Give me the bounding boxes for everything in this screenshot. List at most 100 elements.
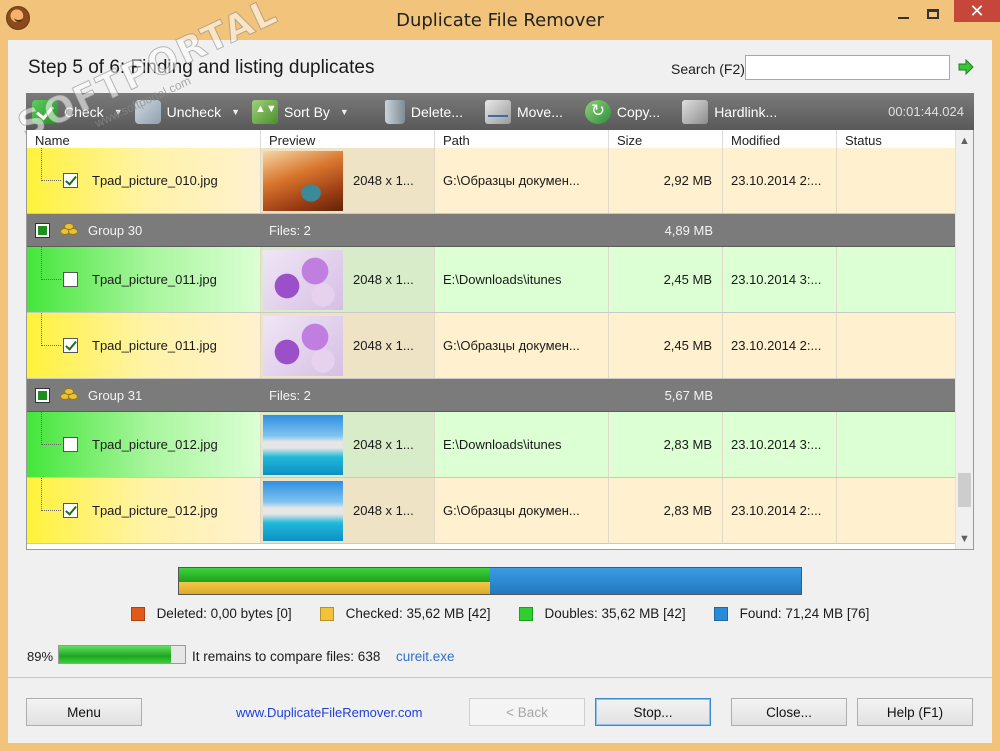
path-cell: E:\Downloads\itunes — [435, 247, 609, 312]
close-window-button[interactable]: ✕ — [954, 0, 1000, 22]
group-checkbox[interactable] — [35, 222, 50, 238]
help-button[interactable]: Help (F1) — [857, 698, 973, 726]
delete-button[interactable]: Delete... — [379, 93, 469, 130]
group-row[interactable]: Group 31 Files: 2 5,67 MB — [27, 379, 956, 412]
sort-icon — [252, 99, 278, 124]
file-checkbox[interactable] — [63, 338, 78, 353]
modified-cell: 23.10.2014 2:... — [723, 478, 837, 543]
check-icon — [32, 99, 58, 124]
file-path: G:\Образцы докумен... — [443, 503, 580, 518]
title-bar[interactable]: Duplicate File Remover ✕ — [0, 0, 1000, 40]
hardlink-label: Hardlink... — [714, 103, 778, 120]
legend-item: Deleted: 0,00 bytes [0] — [130, 606, 292, 621]
status-cell — [837, 313, 956, 378]
file-row[interactable]: Tpad_picture_012.jpg 2048 x 1... E:\Downlo… — [27, 412, 956, 478]
check-button[interactable]: Check ▼ — [26, 93, 129, 130]
progress-fill — [59, 646, 172, 663]
close-button[interactable]: Close... — [731, 698, 847, 726]
image-resolution: 2048 x 1... — [353, 503, 414, 518]
image-resolution: 2048 x 1... — [353, 338, 414, 353]
file-name: Tpad_picture_012.jpg — [92, 503, 218, 518]
modified-cell: 23.10.2014 3:... — [723, 247, 837, 312]
legend-label: Checked: 35,62 MB [42] — [345, 606, 491, 621]
image-resolution: 2048 x 1... — [353, 272, 414, 287]
file-size: 2,92 MB — [663, 173, 712, 188]
path-cell: G:\Образцы докумен... — [435, 148, 609, 213]
delete-label: Delete... — [410, 103, 463, 120]
file-path: E:\Downloads\itunes — [443, 272, 562, 287]
status-cell — [837, 412, 956, 477]
file-modified: 23.10.2014 2:... — [731, 503, 822, 518]
grid-rows: Tpad_picture_010.jpg 2048 x 1... G:\Образц… — [27, 148, 956, 549]
size-cell: 2,83 MB — [609, 412, 723, 477]
tree-connector — [41, 313, 61, 346]
sort-by-button[interactable]: Sort By ▼ — [246, 93, 355, 130]
file-name: Tpad_picture_011.jpg — [92, 272, 217, 287]
file-row[interactable]: Tpad_picture_012.jpg 2048 x 1... G:\Образц… — [27, 478, 956, 544]
group-name: Group 30 — [88, 222, 143, 238]
coins-icon — [60, 222, 80, 238]
minimize-icon — [897, 17, 909, 19]
search-input[interactable] — [745, 55, 950, 80]
copy-button[interactable]: Copy... — [579, 93, 666, 130]
sort-by-label: Sort By — [284, 103, 330, 120]
hardlink-button[interactable]: Hardlink... — [676, 93, 783, 130]
uncheck-button[interactable]: Uncheck ▼ — [129, 93, 246, 130]
file-path: G:\Образцы докумен... — [443, 338, 580, 353]
file-modified: 23.10.2014 3:... — [731, 272, 822, 287]
file-checkbox[interactable] — [63, 173, 78, 188]
minimize-button[interactable] — [888, 0, 918, 28]
file-name: Tpad_picture_010.jpg — [92, 173, 218, 188]
check-label: Check — [64, 103, 104, 120]
file-path: E:\Downloads\itunes — [443, 437, 562, 452]
status-cell — [837, 148, 956, 213]
preview-cell: 2048 x 1... — [261, 148, 435, 213]
modified-cell: 23.10.2014 2:... — [723, 313, 837, 378]
hardlink-icon — [682, 99, 709, 124]
uncheck-dropdown-icon[interactable]: ▼ — [231, 107, 240, 117]
checked-bar — [179, 582, 490, 594]
file-checkbox[interactable] — [63, 437, 78, 452]
stop-button[interactable]: Stop... — [595, 698, 711, 726]
legend-item: Doubles: 35,62 MB [42] — [518, 606, 686, 621]
tree-connector — [41, 148, 61, 181]
back-button[interactable]: < Back — [469, 698, 585, 726]
scroll-up-icon[interactable]: ▲ — [956, 132, 973, 150]
thumbnail-image — [263, 414, 343, 475]
file-name-cell: Tpad_picture_011.jpg — [27, 247, 261, 312]
file-checkbox[interactable] — [63, 272, 78, 287]
maximize-button[interactable] — [918, 0, 948, 28]
copy-icon — [584, 99, 611, 124]
website-link[interactable]: www.DuplicateFileRemover.com — [236, 705, 422, 720]
move-button[interactable]: Move... — [479, 93, 569, 130]
file-row[interactable]: Tpad_picture_010.jpg 2048 x 1... G:\Образц… — [27, 148, 956, 214]
vertical-scrollbar[interactable]: ▲ ▼ — [955, 130, 973, 549]
search-go-arrow-icon[interactable] — [958, 59, 974, 75]
group-row[interactable]: Group 30 Files: 2 4,89 MB — [27, 214, 956, 247]
file-name-cell: Tpad_picture_012.jpg — [27, 412, 261, 477]
group-files-cell: Files: 2 — [261, 379, 609, 411]
check-dropdown-icon[interactable]: ▼ — [114, 107, 123, 117]
file-checkbox[interactable] — [63, 503, 78, 518]
duplicates-grid: Name Preview Path Size Modified Status T… — [26, 130, 974, 550]
group-files-cell: Files: 2 — [261, 214, 609, 246]
modified-cell: 23.10.2014 3:... — [723, 412, 837, 477]
file-row[interactable]: Tpad_picture_011.jpg 2048 x 1... E:\Downlo… — [27, 247, 956, 313]
status-cell — [837, 478, 956, 543]
file-size: 2,83 MB — [663, 437, 712, 452]
scroll-down-icon[interactable]: ▼ — [956, 530, 973, 548]
scrollbar-thumb[interactable] — [958, 473, 971, 507]
group-size-cell: 5,67 MB — [609, 379, 723, 411]
compare-progress-bar — [58, 645, 186, 664]
app-logo-icon[interactable] — [6, 6, 30, 30]
menu-button[interactable]: Menu — [26, 698, 142, 726]
group-checkbox[interactable] — [35, 387, 50, 403]
tree-connector — [41, 412, 61, 445]
legend-swatch — [518, 606, 533, 621]
sort-dropdown-icon[interactable]: ▼ — [340, 107, 349, 117]
file-row[interactable]: Tpad_picture_011.jpg 2048 x 1... G:\Образц… — [27, 313, 956, 379]
file-modified: 23.10.2014 2:... — [731, 173, 822, 188]
thumbnail-image — [263, 150, 343, 211]
doubles-bar — [179, 568, 490, 582]
path-cell: G:\Образцы докумен... — [435, 313, 609, 378]
